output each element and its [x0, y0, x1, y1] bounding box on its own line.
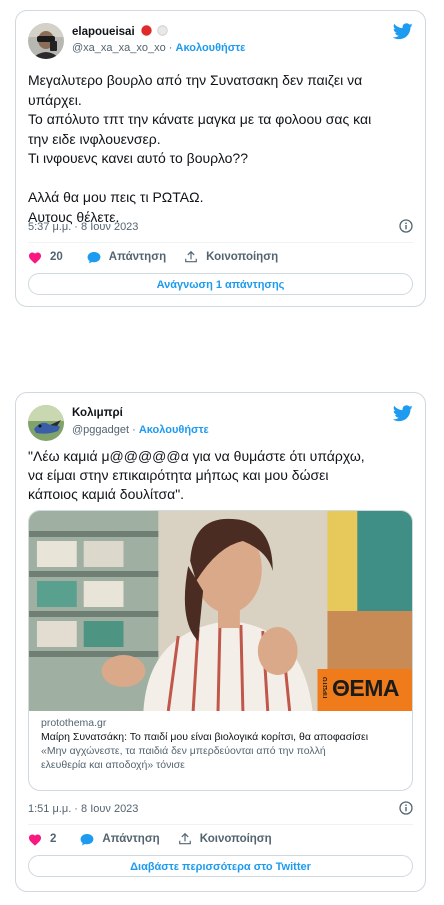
reply-bubble-icon — [87, 251, 101, 263]
text-line — [28, 169, 413, 189]
like-count: 2 — [50, 833, 57, 845]
separator-dot: · — [132, 424, 136, 436]
like-count: 20 — [50, 251, 63, 263]
logo-small-text: ΠΡΩΤΟ — [323, 677, 329, 699]
reply-button[interactable]: Απάντηση — [87, 251, 166, 264]
text-line: κάποιος καμιά δουλίτσα". — [28, 486, 185, 502]
card-description-line: ελευθερία και αποδοχή» τόνισε — [41, 759, 185, 771]
text-line: υπάρχει. — [28, 91, 82, 108]
avatar[interactable] — [28, 405, 64, 441]
divider — [28, 242, 413, 243]
avatar[interactable] — [28, 23, 64, 59]
like-button[interactable]: 20 — [28, 251, 63, 264]
share-label: Κοινοποίηση — [206, 251, 279, 263]
text-line: Αλλά θα μου πεις τι ΡΩΤΑΩ. — [28, 189, 204, 205]
handle-line: @xa_xa_xa_xo_xo · Ακολουθήστε — [72, 42, 245, 54]
follow-button[interactable]: Ακολουθήστε — [176, 42, 246, 54]
text-line: "Λέω καμιά μ@@@@@α για να θυμάστε ότι υπ… — [28, 448, 365, 464]
text-line: Τι ινφουενς κανει αυτό το βουρλο?? — [28, 150, 249, 166]
divider — [28, 824, 413, 825]
white-circle-icon — [157, 25, 168, 36]
link-preview-card[interactable]: ΠΡΩΤΟ ΘΕΜΑ protothema.gr Μαίρη Συνατσάκη… — [28, 510, 413, 791]
source-logo: ΠΡΩΤΟ ΘΕΜΑ — [321, 671, 412, 709]
reply-button[interactable]: Απάντηση — [80, 833, 160, 846]
display-name[interactable]: elapoueisai — [72, 25, 168, 38]
reply-label: Απάντηση — [108, 251, 167, 263]
action-bar: 2 Απάντηση Κοινοποίηση — [28, 831, 290, 847]
read-more-on-twitter-button[interactable]: Διαβάστε περισσότερα στο Twitter — [28, 855, 413, 877]
separator-dot: · — [168, 42, 173, 54]
share-upload-icon — [178, 832, 191, 845]
share-button[interactable]: Κοινοποίηση — [178, 832, 272, 846]
tweet-card-1: elapoueisai @xa_xa_xa_xo_xo · Ακολουθήστ… — [15, 10, 426, 307]
logo-text: ΘΕΜΑ — [332, 675, 400, 701]
heart-icon — [28, 251, 42, 264]
share-label: Κοινοποίηση — [199, 833, 272, 845]
text-line: την ειδε ινφλουενσερ. — [28, 130, 161, 147]
red-circle-icon — [141, 25, 152, 36]
follow-button[interactable]: Ακολουθήστε — [139, 424, 209, 436]
twitter-bird-icon[interactable] — [393, 23, 413, 40]
text-line: Μεγαλυτερο βουρλο από την Συνατσακη δεν … — [28, 72, 363, 88]
card-text-block: protothema.gr Μαίρη Συνατσάκη: Το παιδί … — [41, 716, 400, 772]
tweet-text: Μεγαλυτερο βουρλο από την Συνατσακη δεν … — [28, 71, 413, 227]
card-description-line: «Μην αγχώνεστε, τα παιδιά δεν μπερδεύοντ… — [41, 745, 326, 757]
handle[interactable]: @xa_xa_xa_xo_xo — [72, 42, 166, 54]
text-line: να είμαι στην επικαιρότητα μήπως και μου… — [28, 467, 329, 483]
tweet-card-2: Κολιμπρί @pggadget · Ακολουθήστε "Λέω κα… — [15, 392, 426, 892]
card-domain: protothema.gr — [41, 717, 107, 729]
text-line: Το απόλυτο τπτ την κάνατε μαγκα με τα φο… — [28, 111, 372, 127]
like-button[interactable]: 2 — [28, 833, 56, 846]
info-icon[interactable] — [399, 219, 413, 233]
handle-line: @pggadget · Ακολουθήστε — [72, 424, 209, 436]
read-replies-button[interactable]: Ανάγνωση 1 απάντησης — [28, 273, 413, 295]
heart-icon — [28, 833, 42, 846]
tweet-text: "Λέω καμιά μ@@@@@α για να θυμάστε ότι υπ… — [28, 447, 413, 504]
info-icon[interactable] — [399, 801, 413, 815]
share-upload-icon — [185, 250, 197, 263]
timestamp[interactable]: 1:51 μ.μ. · 8 Ιουν 2023 — [28, 803, 138, 815]
twitter-bird-icon[interactable] — [393, 405, 413, 422]
reply-label: Απάντηση — [102, 833, 160, 845]
card-title: Μαίρη Συνατσάκη: Το παιδί μου είναι βιολ… — [41, 731, 369, 743]
reply-bubble-icon — [80, 833, 94, 845]
share-button[interactable]: Κοινοποίηση — [184, 250, 278, 264]
timestamp[interactable]: 5:37 μ.μ. · 8 Ιουν 2023 — [28, 221, 138, 233]
handle[interactable]: @pggadget — [72, 424, 129, 436]
display-name[interactable]: Κολιμπρί — [72, 407, 123, 419]
action-bar: 20 Απάντηση Κοινοποίηση — [28, 249, 296, 265]
